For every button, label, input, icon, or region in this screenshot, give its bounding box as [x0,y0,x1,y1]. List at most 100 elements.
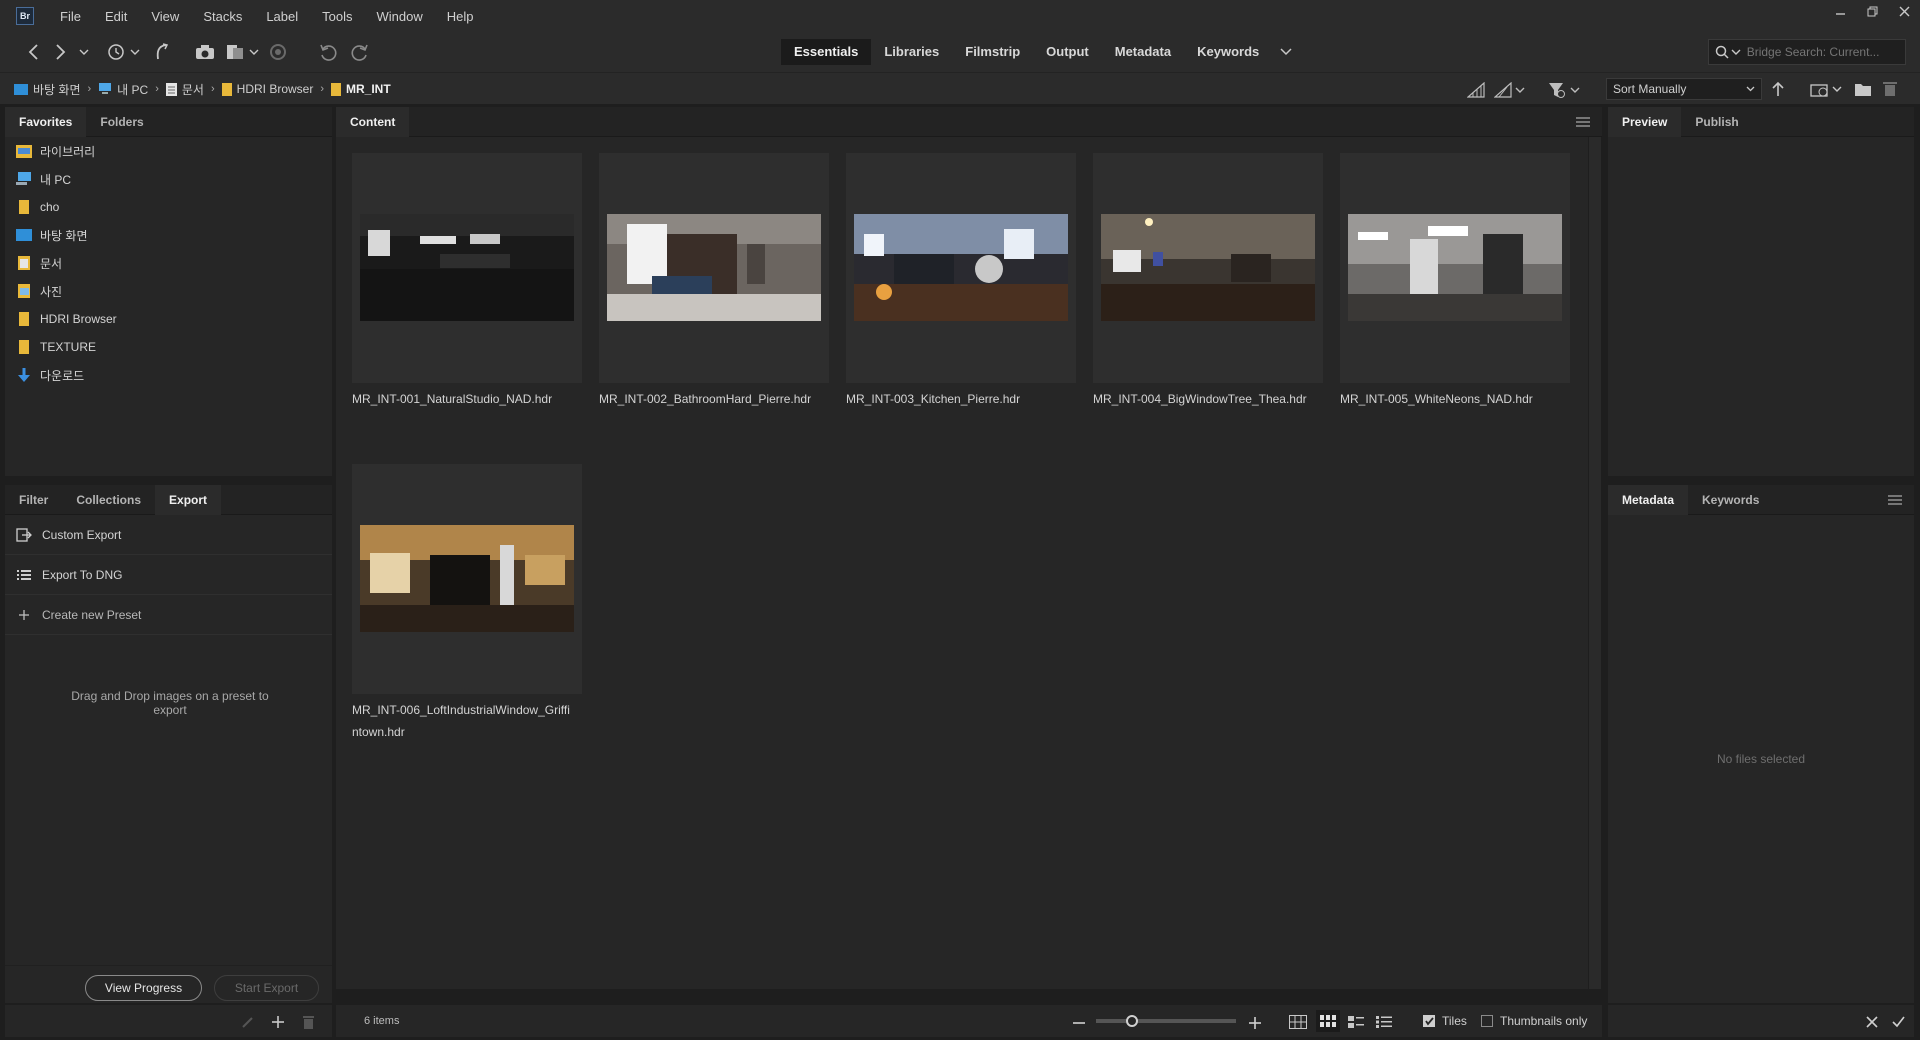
file-name: MR_INT-005_WhiteNeons_NAD.hdr [1340,392,1533,406]
favorite-item-cho[interactable]: cho [5,193,332,221]
menu-file[interactable]: File [48,9,93,24]
sync-icon[interactable] [268,42,288,62]
panel-menu-icon[interactable] [1576,117,1590,127]
recent-history-icon[interactable] [106,42,142,62]
return-icon[interactable] [152,42,172,62]
menu-tools[interactable]: Tools [310,9,364,24]
breadcrumb-documents[interactable]: 문서 [165,81,204,98]
tab-metadata[interactable]: Metadata [1608,484,1689,515]
export-preset-dng[interactable]: Export To DNG [5,555,332,595]
workspaces-overflow-icon[interactable] [1272,39,1300,65]
list-view-icon[interactable] [1374,1012,1394,1032]
tab-filter[interactable]: Filter [5,485,62,515]
favorite-item-desktop[interactable]: 바탕 화면 [5,221,332,249]
workspace-tab-output[interactable]: Output [1033,39,1102,65]
camera-icon[interactable] [194,42,216,62]
cancel-icon[interactable] [1864,1012,1880,1032]
rotate-left-icon[interactable] [318,42,338,62]
menu-view[interactable]: View [139,9,191,24]
tab-export[interactable]: Export [155,484,222,515]
favorite-item-library[interactable]: 라이브러리 [5,137,332,165]
workspace-tab-libraries[interactable]: Libraries [871,39,952,65]
breadcrumb-desktop[interactable]: 바탕 화면 [14,81,81,98]
workspace-tab-keywords[interactable]: Keywords [1184,39,1272,65]
open-recent-folder-icon[interactable] [1810,79,1844,99]
breadcrumb-hdri-browser[interactable]: HDRI Browser [221,82,313,96]
rotate-right-icon[interactable] [350,42,370,62]
breadcrumb-pc[interactable]: 내 PC [98,81,148,98]
file-thumbnail[interactable] [352,153,582,383]
search-input[interactable] [1746,45,1905,59]
favorite-label: 내 PC [40,172,72,187]
tab-favorites[interactable]: Favorites [5,106,87,137]
back-icon[interactable] [24,42,42,62]
favorite-item-documents[interactable]: 문서 [5,249,332,277]
favorite-item-downloads[interactable]: 다운로드 [5,361,332,389]
content-scrollbar[interactable] [1589,137,1601,989]
breadcrumb-mr-int[interactable]: MR_INT [331,82,391,96]
menu-edit[interactable]: Edit [93,9,139,24]
workspace-tab-essentials[interactable]: Essentials [781,39,872,65]
file-thumbnail[interactable] [352,464,582,694]
slider-thumb[interactable] [1126,1015,1138,1027]
zoom-out-icon[interactable] [1072,1013,1086,1033]
panel-menu-icon[interactable] [1888,495,1902,505]
tab-content[interactable]: Content [336,106,410,137]
workspace-tab-metadata[interactable]: Metadata [1102,39,1184,65]
grid-lock-icon[interactable] [1288,1012,1308,1032]
sort-filter-icon[interactable] [1494,80,1526,100]
sort-ascending-icon[interactable] [1770,79,1786,99]
file-thumbnail[interactable] [846,153,1076,383]
sort-select[interactable]: Sort Manually [1606,78,1762,100]
favorite-item-pc[interactable]: 내 PC [5,165,332,193]
new-folder-icon[interactable] [1854,79,1872,99]
tab-publish[interactable]: Publish [1681,107,1752,137]
edit-icon[interactable] [241,1012,255,1032]
view-progress-button[interactable]: View Progress [85,975,202,1001]
tiles-checkbox[interactable] [1423,1015,1435,1027]
workspace-tab-filmstrip[interactable]: Filmstrip [952,39,1033,65]
plus-icon [16,609,32,621]
thumbnail-view-icon[interactable] [1316,1010,1340,1032]
thumbnail-size-slider[interactable] [1096,1015,1236,1027]
export-preset-custom[interactable]: Custom Export [5,515,332,555]
tab-folders[interactable]: Folders [86,107,157,137]
tab-collections[interactable]: Collections [62,485,155,515]
add-icon[interactable] [271,1012,285,1032]
trash-icon[interactable] [1882,79,1898,99]
thumbnails-only-checkbox[interactable] [1481,1015,1493,1027]
content-panel: Content MR_INT-001_NaturalStudio_NAD.hdr… [336,106,1602,1037]
trash-icon[interactable] [301,1012,315,1032]
favorite-item-pictures[interactable]: 사진 [5,277,332,305]
zoom-in-icon[interactable] [1248,1013,1262,1033]
menu-label[interactable]: Label [254,9,310,24]
thumbnails-only-toggle[interactable]: Thumbnails only [1481,1014,1587,1028]
file-thumbnail[interactable] [1340,153,1570,383]
hdr-thumbnail-image [1348,214,1562,321]
file-thumbnail[interactable] [1093,153,1323,383]
minimize-icon[interactable] [1824,0,1856,22]
refine-icon[interactable] [226,42,260,62]
tab-preview[interactable]: Preview [1608,106,1682,137]
menu-stacks[interactable]: Stacks [191,9,254,24]
menu-window[interactable]: Window [365,9,435,24]
export-icon [16,527,32,542]
tiles-toggle[interactable]: Tiles [1423,1014,1467,1028]
create-preset-button[interactable]: Create new Preset [5,595,332,635]
close-icon[interactable] [1888,0,1920,22]
apply-icon[interactable] [1890,1012,1906,1032]
favorite-item-hdri-browser[interactable]: HDRI Browser [5,305,332,333]
chevron-down-icon[interactable] [76,42,92,62]
quality-icon[interactable] [1466,80,1486,100]
forward-icon[interactable] [52,42,70,62]
restore-icon[interactable] [1856,0,1888,22]
start-export-button[interactable]: Start Export [214,975,319,1001]
details-view-icon[interactable] [1346,1012,1366,1032]
file-name: MR_INT-001_NaturalStudio_NAD.hdr [352,392,553,406]
menu-help[interactable]: Help [435,9,486,24]
file-thumbnail[interactable] [599,153,829,383]
filter-icon[interactable] [1548,80,1582,100]
favorite-item-texture[interactable]: TEXTURE [5,333,332,361]
search-icon[interactable] [1715,45,1741,59]
tab-keywords[interactable]: Keywords [1688,485,1773,515]
